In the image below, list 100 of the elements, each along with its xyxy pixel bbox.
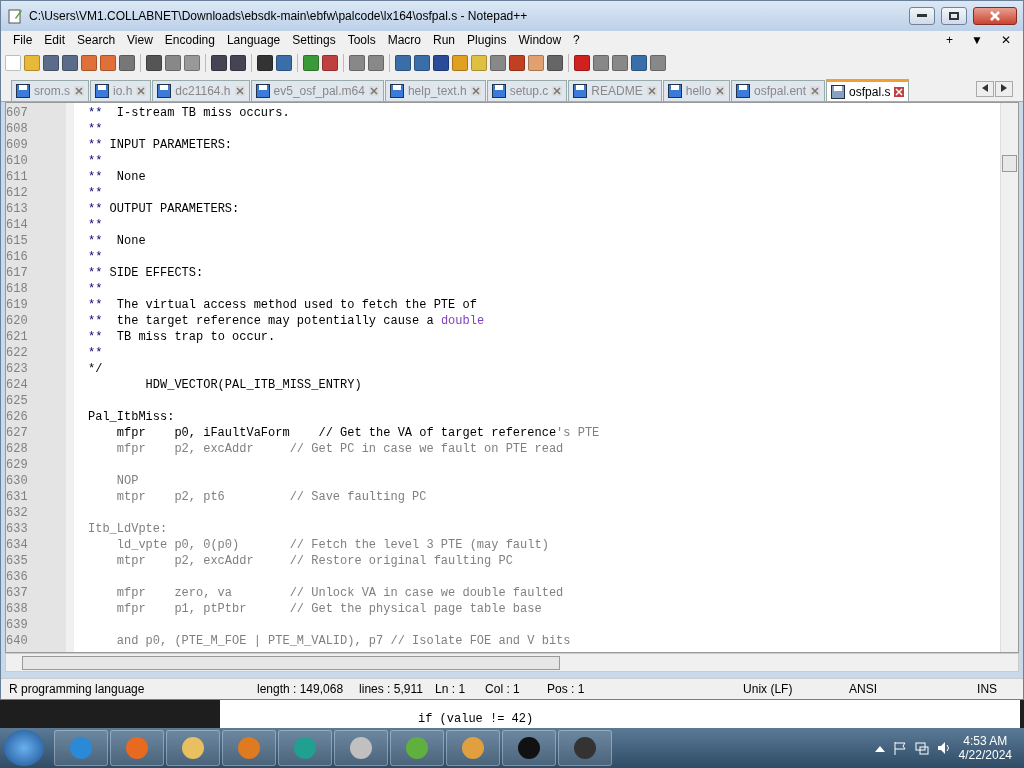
menu-item[interactable]: Tools: [341, 32, 382, 48]
code-line: mtpr p2, pt6 // Save faulting PC: [115, 489, 428, 505]
code-line: **: [88, 345, 104, 361]
floppy-icon: [255, 84, 270, 98]
code-line: ** SIDE EFFECTS:: [88, 265, 205, 281]
code-line: ** None: [88, 169, 147, 185]
line-number: 632: [6, 505, 29, 521]
menu-item[interactable]: View: [121, 32, 159, 48]
status-text: Unix (LF): [742, 682, 794, 696]
scroll-right-button[interactable]: [995, 81, 1013, 97]
menu-button[interactable]: ✕: [995, 32, 1017, 48]
line-number: 638: [6, 601, 29, 617]
scroll-left-button[interactable]: [976, 81, 994, 97]
line-number: 627: [6, 425, 29, 441]
taskbar-app[interactable]: [558, 730, 612, 766]
status-text: Ln : 1: [434, 682, 467, 696]
taskbar-app[interactable]: [166, 730, 220, 766]
start-button[interactable]: [4, 730, 44, 766]
line-number: 618: [6, 281, 29, 297]
menu-item[interactable]: Macro: [381, 32, 427, 48]
tray-arrow-icon[interactable]: [874, 744, 885, 752]
code-line: ** I-stream TB miss occurs.: [88, 105, 291, 121]
menu-item[interactable]: Edit: [38, 32, 72, 48]
line-number: 607: [6, 105, 29, 121]
menu-item[interactable]: Run: [427, 32, 462, 48]
speaker-icon[interactable]: [936, 741, 951, 755]
menu-item[interactable]: Language: [220, 32, 287, 48]
taskbar-app[interactable]: [502, 730, 556, 766]
code-line: mfpr p0, iFaultVaForm // Get the VA of target reference's PTE: [115, 425, 601, 441]
code-line: ** None: [88, 233, 147, 249]
code-line: Itb_LdVpte:: [88, 521, 169, 537]
line-number: 628: [6, 441, 29, 457]
floppy-icon: [157, 84, 172, 98]
floppy-icon: [95, 84, 109, 98]
floppy-icon: [573, 84, 588, 98]
flag-icon[interactable]: [892, 741, 907, 755]
line-number: 611: [6, 169, 29, 185]
code-line: Pal_ItbMiss:: [88, 409, 176, 425]
code-line: **: [88, 121, 104, 137]
line-number: 629: [6, 457, 29, 473]
menu-item[interactable]: Plugins: [461, 32, 513, 48]
right-arrow-icon: [1001, 84, 1007, 92]
code-line: */: [88, 361, 104, 377]
line-number: 640: [6, 633, 29, 649]
menu-button[interactable]: +: [940, 32, 960, 48]
line-number: 617: [6, 265, 29, 281]
code-line: ld_vpte p0, 0(p0) // Fetch the level 3 PTE (may fault): [115, 537, 550, 553]
line-number: 626: [6, 409, 29, 425]
menu-item[interactable]: Search: [71, 32, 122, 48]
close-button[interactable]: [973, 7, 1017, 25]
code-line: ** OUTPUT PARAMETERS:: [88, 201, 241, 217]
line-number: 625: [6, 393, 29, 409]
floppy-icon: [491, 84, 506, 98]
code-line: ** the target reference may potentially cause a double: [88, 313, 486, 329]
line-number: 637: [6, 585, 29, 601]
status-text: length : 149,068: [256, 682, 345, 696]
line-number: 633: [6, 521, 29, 537]
menu-button[interactable]: ▼: [965, 32, 989, 48]
menu-item[interactable]: Settings: [286, 32, 342, 48]
menu-item[interactable]: Encoding: [158, 32, 221, 48]
maximize-icon: [949, 12, 959, 20]
menu-item[interactable]: File: [7, 32, 39, 48]
menu-item[interactable]: Window: [512, 32, 568, 48]
network-icon[interactable]: [914, 741, 929, 755]
status-text: R programming language: [8, 682, 146, 696]
window-title: C:\Users\VM1.COLLABNET\Downloads\ebsdk-main\ebfw\palcode\lx164\osfpal.s - Notepad++: [29, 9, 529, 23]
clock[interactable]: 4:53 AM 4/22/2024: [958, 734, 1012, 762]
code-line: **: [88, 281, 104, 297]
line-number: 615: [6, 233, 29, 249]
left-arrow-icon: [982, 84, 988, 92]
maximize-button[interactable]: [941, 7, 967, 25]
line-number: 612: [6, 185, 29, 201]
menu-item[interactable]: ?: [567, 32, 586, 48]
line-number: 609: [6, 137, 29, 153]
code-line: **: [88, 185, 104, 201]
status-text: lines : 5,911: [358, 682, 424, 696]
vertical-scrollbar[interactable]: [1000, 103, 1018, 652]
code-line: mfpr p1, ptPtbr // Get the physical page table base: [115, 601, 543, 617]
code-line: ** The virtual access method used to fetch the PTE of: [88, 297, 478, 313]
code-line: **: [88, 153, 104, 169]
line-number: 608: [6, 121, 29, 137]
status-text: ANSI: [848, 682, 879, 696]
code-line: and p0, (PTE_M_FOE | PTE_M_VALID), p7 // Isolate FOE and V bits: [115, 633, 572, 649]
line-number: 639: [6, 617, 29, 633]
code-line: **: [88, 217, 104, 233]
floppy-icon: [16, 84, 30, 98]
line-number: 631: [6, 489, 29, 505]
code-line: mfpr p2, excAddr // Get PC in case we fault on PTE read: [115, 441, 565, 457]
code-line: **: [88, 249, 104, 265]
file-tab[interactable]: osfpal.s: [826, 79, 910, 101]
status-text: Pos : 1: [546, 682, 586, 696]
horizontal-scrollbar[interactable]: [5, 653, 1019, 672]
code-line: mfpr zero, va // Unlock VA in case we double faulted: [115, 585, 565, 601]
line-number: 621: [6, 329, 29, 345]
line-number: 616: [6, 249, 29, 265]
line-number: 614: [6, 217, 29, 233]
minimize-button[interactable]: [909, 7, 935, 25]
minimize-icon: [917, 14, 927, 18]
line-number: 634: [6, 537, 29, 553]
line-number: 636: [6, 569, 29, 585]
